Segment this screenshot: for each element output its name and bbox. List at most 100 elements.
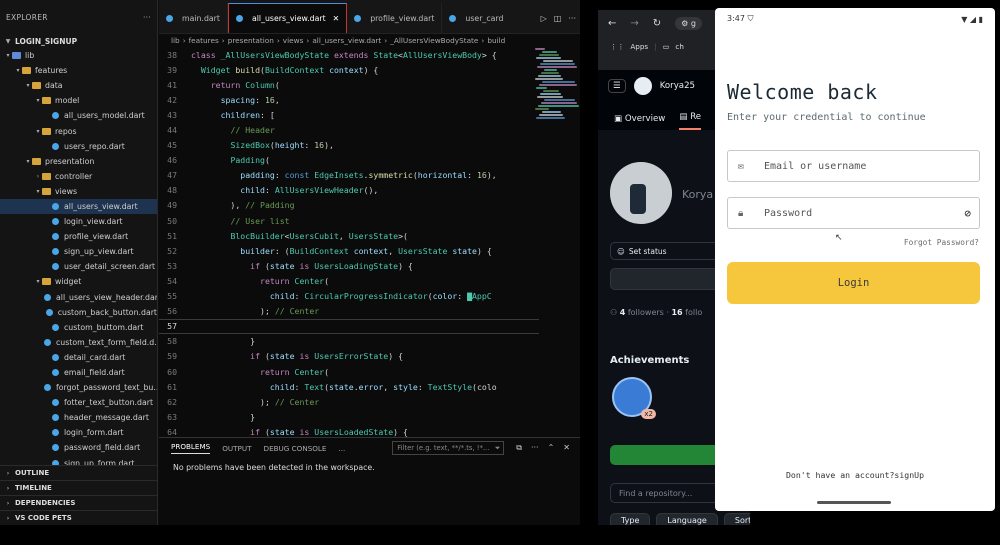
close-icon[interactable]: ✕ [333, 14, 340, 23]
code-line[interactable]: 60 return Center( [159, 364, 539, 379]
code-line[interactable]: 57 [159, 318, 539, 334]
breadcrumb-item[interactable]: lib [171, 36, 180, 45]
file-item[interactable]: custom_back_button.dart [0, 305, 157, 320]
password-field[interactable]: 🔒︎ Password ⊘ [727, 197, 980, 229]
signup-link[interactable]: Don't have an account?signUp [715, 470, 995, 480]
file-item[interactable]: sign_up_view.dart [0, 244, 157, 259]
more-icon[interactable]: ··· [531, 443, 539, 453]
gesture-handle[interactable] [817, 501, 891, 504]
code-line[interactable]: 41 return Column( [159, 77, 539, 92]
section-timeline[interactable]: › TIMELINE [0, 480, 157, 495]
forward-icon[interactable]: → [630, 18, 638, 29]
filter-type[interactable]: Type ▾ [610, 513, 651, 525]
code-line[interactable]: 64 if (state is UsersLoadedState) { [159, 424, 539, 437]
code-line[interactable]: 59 if (state is UsersErrorState) { [159, 349, 539, 364]
code-line[interactable]: 47 padding: const EdgeInsets. symmetric(h… [159, 168, 539, 183]
split-editor-icon[interactable]: ◫ [554, 14, 562, 23]
code-line[interactable]: 55 child: CircularProgressIndicator(colo… [159, 289, 539, 304]
file-item[interactable]: custom_text_form_field.d... [0, 335, 157, 350]
folder-item[interactable]: ▾ lib [0, 48, 157, 63]
github-logo-icon[interactable] [633, 77, 652, 95]
tab-repositories[interactable]: ▤ Re [679, 112, 702, 130]
folder-item[interactable]: ▾ views [0, 184, 157, 199]
breadcrumb-item[interactable]: presentation [228, 36, 274, 45]
minimap[interactable] [535, 47, 580, 127]
problems-filter-input[interactable]: Filter (e.g. text, **/*.ts, !*... ⏷ [392, 441, 505, 455]
section-dependencies[interactable]: › DEPENDENCIES [0, 495, 157, 510]
folder-item[interactable]: › controller [0, 169, 157, 184]
file-item[interactable]: all_users_view.dart [0, 198, 157, 215]
tab-user-card[interactable]: user_card [442, 3, 510, 33]
file-item[interactable]: all_users_model.dart [0, 108, 157, 123]
code-line[interactable]: 43 children: [ [159, 107, 539, 122]
code-line[interactable]: 52 builder: (BuildContext context, Users… [159, 243, 539, 258]
folder-item[interactable]: ▾ widget [0, 274, 157, 289]
section-vscode-pets[interactable]: › VS CODE PETS [0, 510, 157, 525]
tab-debug-console[interactable]: DEBUG CONSOLE [264, 444, 327, 453]
file-item[interactable]: users_repo.dart [0, 139, 157, 154]
code-line[interactable]: 45 SizedBox(height: 16), [159, 138, 539, 153]
code-line[interactable]: 39 Widget build(BuildContext context) { [159, 62, 539, 77]
tab-overview[interactable]: ▣ Overview [614, 114, 665, 130]
code-line[interactable]: 50 // User list [159, 213, 539, 228]
bookmark-folder[interactable]: ch [675, 42, 684, 51]
code-line[interactable]: 62 ); // Center [159, 394, 539, 409]
code-editor[interactable]: 38 class _AllUsersViewBodyState extends S… [159, 47, 539, 437]
tab-output[interactable]: OUTPUT [222, 444, 251, 453]
code-line[interactable]: 44 // Header [159, 122, 539, 137]
folder-item[interactable]: ▾ features [0, 63, 157, 78]
file-item[interactable]: fotter_text_button.dart [0, 395, 157, 410]
menu-icon[interactable]: ☰ [608, 79, 626, 93]
code-line[interactable]: 61 child: Text(state. error, style: TextS… [159, 379, 539, 394]
more-icon[interactable]: ··· [143, 13, 151, 22]
file-item[interactable]: login_view.dart [0, 214, 157, 229]
file-item[interactable]: custom_buttom.dart [0, 320, 157, 335]
code-line[interactable]: 56 ); // Center [159, 304, 539, 319]
file-item[interactable]: forgot_password_text_bu... [0, 380, 157, 395]
file-item[interactable]: profile_view.dart [0, 229, 157, 244]
following-count[interactable]: 16 [671, 308, 682, 317]
achievement-badge[interactable]: x2 [612, 377, 656, 419]
file-item[interactable]: detail_card.dart [0, 350, 157, 365]
close-icon[interactable]: ✕ [563, 443, 570, 453]
breadcrumb-item[interactable]: features [189, 36, 219, 45]
file-item[interactable]: user_detail_screen.dart [0, 259, 157, 274]
back-icon[interactable]: ← [608, 18, 616, 29]
folder-item[interactable]: ▾ data [0, 78, 157, 93]
site-settings-icon[interactable]: ⚙ [681, 19, 688, 28]
file-item[interactable]: all_users_view_header.dart [0, 290, 157, 305]
followers-count[interactable]: 4 [620, 308, 626, 317]
code-line[interactable]: 46 Padding( [159, 153, 539, 168]
following-label[interactable]: follo [685, 308, 702, 317]
email-field[interactable]: ✉ Email or username [727, 150, 980, 182]
more-icon[interactable]: ··· [568, 14, 576, 23]
code-line[interactable]: 54 return Center( [159, 273, 539, 288]
chevron-up-icon[interactable]: ⌃ [548, 443, 555, 453]
breadcrumb-item[interactable]: build [487, 36, 505, 45]
file-item[interactable]: header_message.dart [0, 410, 157, 425]
breadcrumb-item[interactable]: _AllUsersViewBodyState [390, 36, 478, 45]
code-line[interactable]: 51 BlocBuilder < UsersCubit, UsersState >( [159, 228, 539, 243]
reload-icon[interactable]: ↻ [653, 18, 661, 29]
section-outline[interactable]: › OUTLINE [0, 465, 157, 480]
filter-language[interactable]: Language ▾ [656, 513, 718, 525]
filter-icon[interactable]: ⏷ [495, 444, 500, 453]
visibility-off-icon[interactable]: ⊘ [964, 207, 971, 220]
tab-profile-view[interactable]: profile_view.dart [347, 3, 443, 33]
folder-item[interactable]: ▾ repos [0, 123, 157, 138]
tab-all-users-view[interactable]: all_users_view.dart ✕ [227, 3, 348, 33]
run-icon[interactable]: ▷ [541, 14, 547, 23]
tab-main[interactable]: main.dart [159, 3, 228, 33]
code-line[interactable]: 42 spacing: 16, [159, 92, 539, 107]
forgot-password-button[interactable]: Forgot Password? [904, 238, 979, 247]
breadcrumb-item[interactable]: all_users_view.dart [312, 36, 381, 45]
filter-sort[interactable]: Sort ▾ [723, 513, 750, 525]
folder-item[interactable]: ▾ model [0, 93, 157, 108]
code-line[interactable]: 58 } [159, 334, 539, 349]
tab-problems[interactable]: PROBLEMS [171, 442, 211, 454]
project-root[interactable]: ▼ LOGIN_SIGNUP [0, 34, 157, 48]
folder-item[interactable]: ▾ presentation [0, 154, 157, 169]
file-item[interactable]: email_field.dart [0, 365, 157, 380]
code-line[interactable]: 38 class _AllUsersViewBodyState extends S… [159, 47, 539, 62]
panel-more[interactable]: ... [338, 444, 345, 453]
